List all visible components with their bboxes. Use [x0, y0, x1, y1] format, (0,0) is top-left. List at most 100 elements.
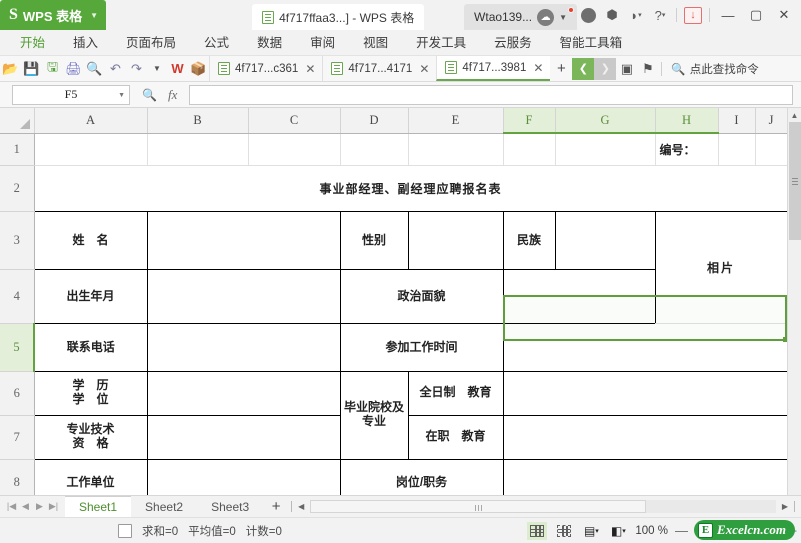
- sheet-tab-sheet3[interactable]: Sheet3: [197, 496, 263, 517]
- cell-c1[interactable]: [248, 133, 340, 165]
- redo-icon[interactable]: ↷: [126, 58, 147, 80]
- cell-a5-phone-label[interactable]: 联系电话: [34, 323, 147, 371]
- select-all-corner[interactable]: [0, 108, 34, 133]
- column-header-e[interactable]: E: [408, 108, 503, 133]
- cell-g1[interactable]: [555, 133, 655, 165]
- cell-h3-photo-label[interactable]: 相片: [655, 211, 787, 323]
- cell-f3-ethnicity-label[interactable]: 民族: [503, 211, 555, 269]
- ribbon-tab-view[interactable]: 视图: [349, 30, 402, 56]
- cell-a4-birth-label[interactable]: 出生年月: [34, 269, 147, 323]
- share-flag-icon[interactable]: ⚑: [637, 58, 658, 80]
- user-account-tab[interactable]: Wtao139... ☁ ▼: [464, 4, 577, 30]
- cell-d1[interactable]: [340, 133, 408, 165]
- ribbon-tab-review[interactable]: 审阅: [296, 30, 349, 56]
- cell-e3-gender-value[interactable]: [408, 211, 503, 269]
- cell-a1[interactable]: [34, 133, 147, 165]
- present-icon[interactable]: ▣: [616, 58, 637, 80]
- ribbon-tab-start[interactable]: 开始: [6, 30, 59, 56]
- horizontal-scrollbar-track[interactable]: [310, 500, 776, 513]
- row-header-6[interactable]: 6: [0, 371, 34, 415]
- stats-icon[interactable]: [118, 524, 132, 538]
- close-icon[interactable]: ✕: [419, 62, 429, 76]
- more-commands-caret-icon[interactable]: ▼: [147, 58, 167, 80]
- file-tab-1[interactable]: 4f717...c361 ✕: [209, 56, 322, 81]
- print-icon[interactable]: 🖨: [63, 58, 84, 80]
- cell-b3-name-value[interactable]: [147, 211, 340, 269]
- column-header-a[interactable]: A: [34, 108, 147, 133]
- cell-e7-inservice-label[interactable]: 在职 教育: [408, 415, 503, 459]
- row-header-1[interactable]: 1: [0, 133, 34, 165]
- download-icon[interactable]: ↓: [682, 4, 704, 26]
- column-header-d[interactable]: D: [340, 108, 408, 133]
- cell-d8-position-label[interactable]: 岗位/职务: [340, 459, 503, 495]
- close-icon[interactable]: ✕: [305, 62, 315, 76]
- cell-a3-name-label[interactable]: 姓 名: [34, 211, 147, 269]
- help-icon[interactable]: ?▾: [649, 4, 671, 26]
- sheet-nav-next-button[interactable]: ▶: [33, 501, 46, 512]
- cell-e1[interactable]: [408, 133, 503, 165]
- wps-app-tab[interactable]: S WPS 表格 ▼: [0, 0, 106, 30]
- sheet-nav-last-button[interactable]: ▶|: [47, 501, 60, 512]
- user-avatar-icon[interactable]: ☁: [537, 9, 554, 26]
- spreadsheet-grid[interactable]: A B C D E F G H I J 1 编号：: [0, 108, 801, 495]
- new-file-tab-button[interactable]: +: [550, 58, 572, 80]
- reading-mode-icon[interactable]: ◧▾: [608, 522, 628, 540]
- row-header-8[interactable]: 8: [0, 459, 34, 495]
- name-box[interactable]: F5 ▼: [12, 85, 130, 105]
- sheet-nav-first-button[interactable]: |◀: [5, 501, 18, 512]
- ribbon-tab-cloud[interactable]: 云服务: [480, 30, 546, 56]
- cell-h1-number-label[interactable]: 编号：: [655, 133, 718, 165]
- ribbon-tab-formula[interactable]: 公式: [190, 30, 243, 56]
- column-header-g[interactable]: G: [555, 108, 655, 133]
- cell-j1[interactable]: [755, 133, 787, 165]
- cell-i1[interactable]: [718, 133, 755, 165]
- row-header-3[interactable]: 3: [0, 211, 34, 269]
- normal-view-icon[interactable]: [527, 522, 547, 540]
- file-tab-2[interactable]: 4f717...4171 ✕: [322, 56, 436, 81]
- box-icon[interactable]: 📦: [188, 58, 209, 80]
- cell-b1[interactable]: [147, 133, 248, 165]
- hscroll-left-arrow-icon[interactable]: ◀: [294, 502, 308, 511]
- sheet-nav-prev-button[interactable]: ◀: [19, 501, 32, 512]
- column-header-i[interactable]: I: [718, 108, 755, 133]
- cell-b7-tech-qual-value[interactable]: [147, 415, 340, 459]
- add-sheet-button[interactable]: +: [263, 496, 289, 517]
- hscroll-right-arrow-icon[interactable]: ▶: [778, 502, 792, 511]
- close-icon[interactable]: ✕: [533, 61, 543, 75]
- page-break-view-icon[interactable]: [554, 522, 574, 540]
- minimize-button[interactable]: —: [715, 1, 741, 29]
- cell-d4-political-label[interactable]: 政治面貌: [340, 269, 503, 323]
- tab-scroll-next-button[interactable]: ❯: [594, 58, 616, 80]
- row-header-5[interactable]: 5: [0, 323, 34, 371]
- chevron-down-icon[interactable]: ▼: [559, 13, 567, 22]
- formula-input[interactable]: [189, 85, 793, 105]
- column-header-c[interactable]: C: [248, 108, 340, 133]
- cell-a6-education-label[interactable]: 学 历 学 位: [34, 371, 147, 415]
- ribbon-tab-developer[interactable]: 开发工具: [402, 30, 480, 56]
- maximize-button[interactable]: ▢: [743, 1, 769, 29]
- row-header-4[interactable]: 4: [0, 269, 34, 323]
- close-button[interactable]: ✕: [771, 1, 797, 29]
- cell-a2-form-title[interactable]: 事业部经理、副经理应聘报名表: [34, 165, 787, 211]
- ribbon-tab-toolbox[interactable]: 智能工具箱: [546, 30, 637, 56]
- cell-a8-work-unit-label[interactable]: 工作单位: [34, 459, 147, 495]
- cell-e6-fulltime-label[interactable]: 全日制 教育: [408, 371, 503, 415]
- cell-b5-phone-value[interactable]: [147, 323, 340, 371]
- ribbon-tab-data[interactable]: 数据: [243, 30, 296, 56]
- tab-scroll-prev-button[interactable]: ❮: [572, 58, 594, 80]
- chevron-down-icon[interactable]: ▼: [90, 11, 98, 20]
- page-layout-icon[interactable]: ▤▾: [581, 522, 601, 540]
- column-header-h[interactable]: H: [655, 108, 718, 133]
- cell-b8-work-unit-value[interactable]: [147, 459, 340, 495]
- save-as-pdf-icon[interactable]: 🖫: [42, 58, 63, 80]
- row-header-7[interactable]: 7: [0, 415, 34, 459]
- cell-b4-birth-value[interactable]: [147, 269, 340, 323]
- cell-d6-school-major-label[interactable]: 毕业院校及专业: [340, 371, 408, 459]
- dropdown-d-icon[interactable]: ◗▾: [625, 4, 647, 26]
- cell-f4-political-value[interactable]: [503, 269, 655, 323]
- cell-f7-inservice-value[interactable]: [503, 415, 787, 459]
- sheet-tab-sheet1[interactable]: Sheet1: [65, 496, 131, 517]
- cell-f8-position-value[interactable]: [503, 459, 787, 495]
- cell-d3-gender-label[interactable]: 性别: [340, 211, 408, 269]
- find-command-box[interactable]: 🔍 点此查找命令: [665, 61, 758, 77]
